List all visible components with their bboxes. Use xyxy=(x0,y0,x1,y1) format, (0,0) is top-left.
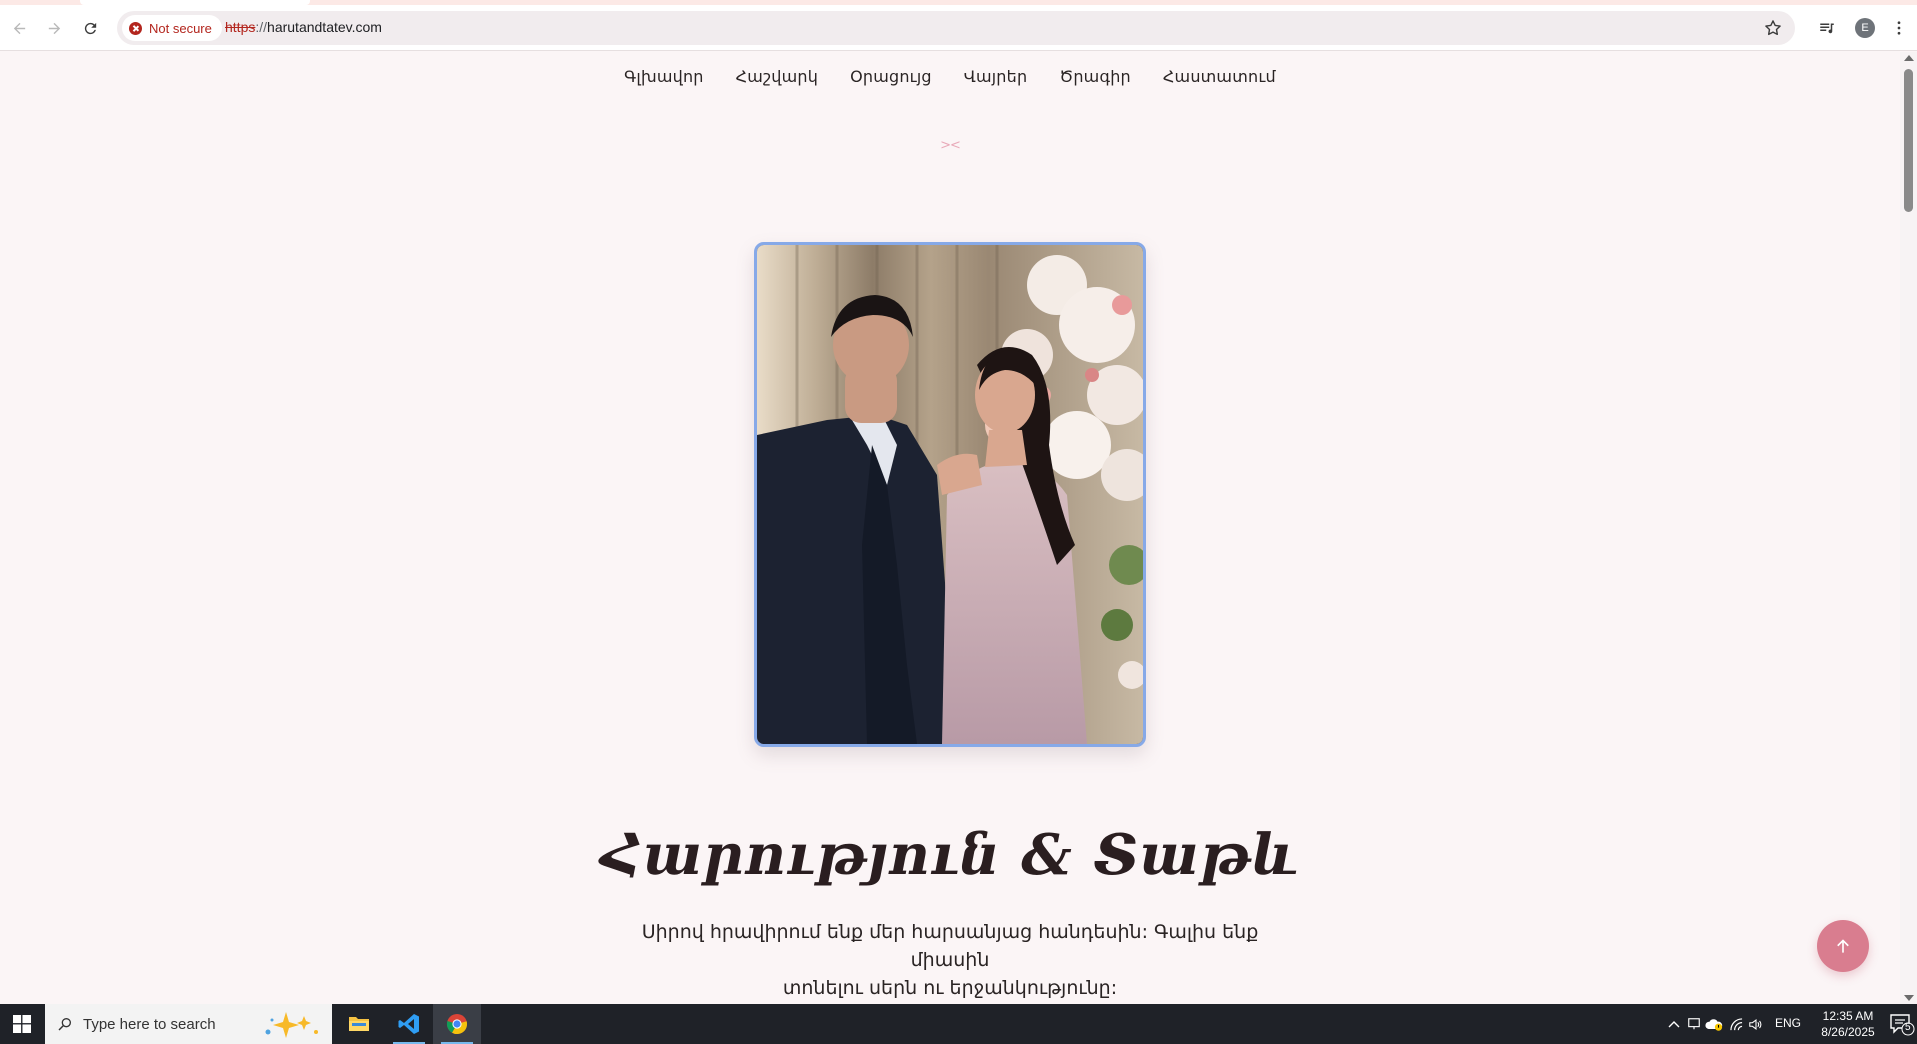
invitation-text: Սիրով հրավիրում ենք մեր հարսանյաց հանդես… xyxy=(600,918,1300,1002)
url-scheme: https xyxy=(225,19,256,35)
reload-button[interactable] xyxy=(76,14,104,42)
windows-taskbar: Type here to search ENG 12:35 AM 8/26/20… xyxy=(0,1004,1917,1044)
copilot-sparkle-icon xyxy=(265,1012,318,1038)
taskbar-file-explorer[interactable] xyxy=(335,1004,383,1044)
scroll-up-arrow[interactable] xyxy=(1904,55,1914,61)
nav-link-calendar[interactable]: Օրացույց xyxy=(850,67,932,86)
volume-icon xyxy=(1749,1018,1762,1030)
chevron-up-icon xyxy=(1668,1021,1680,1028)
not-secure-icon xyxy=(129,21,142,35)
notification-icon xyxy=(1890,1014,1915,1036)
security-label: Not secure xyxy=(149,20,212,36)
notification-count: 5 xyxy=(1905,1022,1911,1033)
cloud-warning-icon xyxy=(1705,1018,1723,1031)
arrow-right-icon xyxy=(48,22,60,34)
profile-button[interactable]: E xyxy=(1851,14,1879,42)
nav-link-program[interactable]: Ծրագիր xyxy=(1059,67,1131,86)
more-vertical-icon xyxy=(1897,21,1901,35)
notification-center-button[interactable]: 5 xyxy=(1889,1012,1915,1036)
back-to-top-button[interactable] xyxy=(1817,920,1869,972)
ornament: >< xyxy=(940,138,961,153)
couple-photo xyxy=(754,242,1146,747)
security-chip[interactable]: Not secure xyxy=(122,15,222,41)
browser-menu-button[interactable] xyxy=(1885,14,1913,42)
search-icon xyxy=(58,1018,71,1031)
start-button[interactable] xyxy=(0,1004,44,1044)
page-scrollbar[interactable] xyxy=(1900,52,1917,1004)
chrome-icon xyxy=(446,1014,468,1035)
forward-button[interactable] xyxy=(40,14,68,42)
arrow-up-icon xyxy=(1837,939,1849,953)
clock-date: 8/26/2025 xyxy=(1821,1025,1875,1039)
tray-onedrive[interactable] xyxy=(1705,1014,1723,1034)
tray-volume[interactable] xyxy=(1747,1014,1765,1034)
couple-title: Հարություն & Տաթև xyxy=(600,822,1300,888)
address-bar[interactable]: Not secure https://harutandtatev.com xyxy=(117,11,1795,45)
site-nav: Գլխավոր Հաշվարկ Օրացույց Վայրեր Ծրագիր Հ… xyxy=(0,67,1900,86)
couple-photo-image xyxy=(757,245,1143,744)
reload-icon xyxy=(84,22,96,34)
clock-time: 12:35 AM xyxy=(1822,1009,1874,1023)
windows-logo-icon xyxy=(13,1015,31,1033)
nav-link-countdown[interactable]: Հաշվարկ xyxy=(736,67,818,86)
url-separator: :// xyxy=(255,19,268,35)
clock[interactable]: 12:35 AM 8/26/2025 xyxy=(1811,1008,1885,1040)
wifi-icon xyxy=(1729,1017,1742,1030)
monitor-icon xyxy=(1688,1018,1700,1030)
web-page: Գլխավոր Հաշվարկ Օրացույց Վայրեր Ծրագիր Հ… xyxy=(0,52,1900,1004)
invitation-line-1: Սիրով հրավիրում ենք մեր հարսանյաց հանդես… xyxy=(641,921,1259,971)
scroll-down-arrow[interactable] xyxy=(1904,995,1914,1001)
nav-link-rsvp[interactable]: Հաստատում xyxy=(1163,67,1276,86)
playlist-icon xyxy=(1820,23,1834,34)
profile-avatar: E xyxy=(1855,18,1875,38)
vscode-icon xyxy=(398,1014,419,1034)
invitation-line-2: տոնելու սերն ու երջանկությունը: xyxy=(782,977,1118,999)
show-hidden-icons[interactable] xyxy=(1665,1014,1683,1034)
taskbar-chrome[interactable] xyxy=(433,1004,481,1044)
scroll-thumb[interactable] xyxy=(1904,69,1913,212)
search-placeholder: Type here to search xyxy=(83,1015,216,1033)
taskbar-vscode[interactable] xyxy=(385,1004,433,1044)
browser-toolbar: Not secure https://harutandtatev.com E xyxy=(0,5,1917,51)
url-text[interactable]: https://harutandtatev.com xyxy=(225,19,382,35)
back-button[interactable] xyxy=(5,14,33,42)
nav-link-home[interactable]: Գլխավոր xyxy=(624,67,704,86)
arrow-left-icon xyxy=(13,22,25,34)
bookmark-star-icon[interactable] xyxy=(1763,18,1783,38)
media-control-button[interactable] xyxy=(1813,14,1841,42)
folder-icon xyxy=(349,1017,369,1031)
language-indicator[interactable]: ENG xyxy=(1775,1016,1801,1030)
tray-app-icon[interactable] xyxy=(1685,1014,1703,1034)
url-host: harutandtatev.com xyxy=(267,19,382,35)
taskbar-search[interactable]: Type here to search xyxy=(45,1004,332,1044)
browser-right-tools: E xyxy=(1807,14,1917,42)
tray-network[interactable] xyxy=(1727,1014,1745,1034)
nav-link-venues[interactable]: Վայրեր xyxy=(964,67,1028,86)
system-tray: ENG 12:35 AM 8/26/2025 5 xyxy=(1657,1004,1917,1044)
